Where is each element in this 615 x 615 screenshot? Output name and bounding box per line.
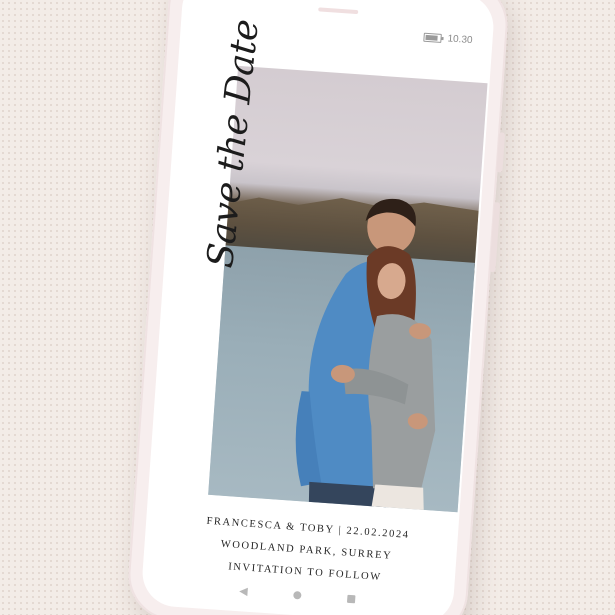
battery-icon (423, 32, 442, 43)
volume-button (496, 132, 506, 173)
phone-screen: 10.30 Save the Date FRANCESCA & TOBY | 2… (140, 0, 496, 615)
couple-illustration (295, 198, 436, 513)
phone-device: 10.30 Save the Date FRANCESCA & TOBY | 2… (125, 0, 511, 615)
back-icon[interactable]: ◀ (239, 584, 248, 598)
power-button (489, 202, 501, 273)
status-time: 10.30 (447, 32, 473, 46)
status-bar: 10.30 (423, 29, 473, 48)
recent-apps-icon[interactable] (347, 594, 356, 603)
home-icon[interactable] (293, 590, 302, 600)
invitation-details: FRANCESCA & TOBY | 22.02.2024 WOODLAND P… (182, 509, 430, 592)
speaker-notch (318, 7, 359, 15)
